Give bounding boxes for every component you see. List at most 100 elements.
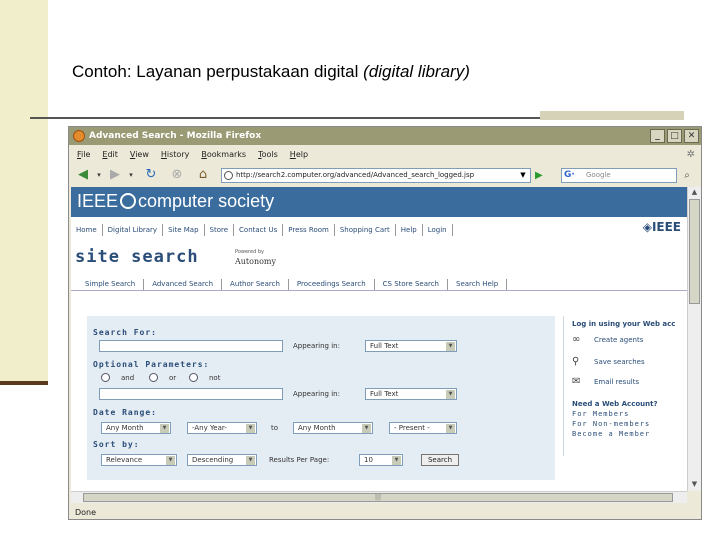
to-year-select[interactable]: - Present - xyxy=(389,422,457,434)
menu-help[interactable]: Help xyxy=(290,147,308,163)
become-member-link[interactable]: Become a Member xyxy=(572,430,650,438)
appearing-in-select[interactable]: Full Text xyxy=(365,340,457,352)
url-text: http://search2.computer.org/advanced/Adv… xyxy=(236,171,475,179)
ieee-globe-icon xyxy=(120,193,137,209)
site-search-title: site search xyxy=(75,247,199,267)
horizontal-scrollbar[interactable]: ||| xyxy=(71,491,687,503)
horizontal-scroll-thumb[interactable]: ||| xyxy=(83,493,673,502)
stop-icon[interactable]: ⊗ xyxy=(169,167,185,183)
sort-order-select[interactable]: Descending xyxy=(187,454,257,466)
powered-by-label: Powered by xyxy=(235,249,264,255)
appearing-in-select-2[interactable]: Full Text xyxy=(365,388,457,400)
slide-left-bar-lower xyxy=(0,385,48,540)
search-engine-icon[interactable]: G· xyxy=(564,169,575,182)
date-range-label: Date Range: xyxy=(93,408,157,417)
menu-view[interactable]: View xyxy=(130,147,149,163)
web-search-input[interactable]: G· Google xyxy=(561,168,677,183)
magnifier-icon: ⚲ xyxy=(572,356,580,367)
advanced-search-form: Search For: Appearing in: Full Text Opti… xyxy=(87,316,555,480)
back-dropdown-icon[interactable]: ▾ xyxy=(91,167,107,183)
forward-arrow-icon[interactable]: ▶ xyxy=(107,167,123,183)
slide-title: Contoh: Layanan perpustakaan digital (di… xyxy=(72,62,470,82)
email-icon: ✉ xyxy=(572,376,581,387)
window-title: Advanced Search - Mozilla Firefox xyxy=(89,131,262,141)
tab-simple-search[interactable]: Simple Search xyxy=(77,279,145,290)
firefox-icon xyxy=(73,130,85,142)
ieee-logo[interactable]: ◈IEEE xyxy=(643,220,681,234)
search-button[interactable]: Search xyxy=(421,454,459,466)
nav-shopping-cart[interactable]: Shopping Cart xyxy=(335,224,396,236)
nav-site-map[interactable]: Site Map xyxy=(163,224,205,236)
slide-title-underline xyxy=(30,117,540,119)
navigation-toolbar: ◀ ▾ ▶ ▾ ↻ ⊗ ⌂ http://search2.computer.or… xyxy=(69,164,701,186)
nav-store[interactable]: Store xyxy=(205,224,235,236)
tab-search-help[interactable]: Search Help xyxy=(448,279,508,290)
slide-title-italic: (digital library) xyxy=(363,62,470,81)
tab-author-search[interactable]: Author Search xyxy=(222,279,289,290)
results-per-page-label: Results Per Page: xyxy=(269,456,330,464)
search-placeholder: Google xyxy=(586,171,611,179)
sort-by-select[interactable]: Relevance xyxy=(101,454,177,466)
nav-help[interactable]: Help xyxy=(396,224,423,236)
close-button[interactable]: ✕ xyxy=(684,129,699,143)
slide-title-main: Contoh: Layanan perpustakaan digital xyxy=(72,62,364,81)
site-favicon xyxy=(224,171,233,180)
slide-accent-line xyxy=(0,381,48,385)
to-month-select[interactable]: Any Month xyxy=(293,422,373,434)
ieee-mark-text: IEEE xyxy=(651,220,681,234)
reload-icon[interactable]: ↻ xyxy=(143,167,159,183)
menu-history[interactable]: History xyxy=(161,147,189,163)
radio-or-label: or xyxy=(169,374,177,382)
radio-and[interactable] xyxy=(101,373,110,382)
window-titlebar: Advanced Search - Mozilla Firefox _ □ ✕ xyxy=(69,127,701,145)
from-year-select[interactable]: -Any Year- xyxy=(187,422,257,434)
nav-contact-us[interactable]: Contact Us xyxy=(234,224,284,236)
from-month-select[interactable]: Any Month xyxy=(101,422,171,434)
for-non-members-link[interactable]: For Non-members xyxy=(572,420,650,428)
optional-term-input[interactable] xyxy=(99,388,283,400)
menu-tools[interactable]: Tools xyxy=(258,147,278,163)
top-navigation: Home Digital Library Site Map Store Contact … xyxy=(71,224,687,238)
home-icon[interactable]: ⌂ xyxy=(195,167,211,183)
forward-dropdown-icon[interactable]: ▾ xyxy=(123,167,139,183)
optional-parameters-label: Optional Parameters: xyxy=(93,360,210,369)
account-panel-title: Log in using your Web acc xyxy=(572,320,676,328)
for-members-link[interactable]: For Members xyxy=(572,410,629,418)
menu-bookmarks[interactable]: Bookmarks xyxy=(201,147,246,163)
radio-and-label: and xyxy=(121,374,135,382)
create-agents-link[interactable]: Create agents xyxy=(594,336,643,344)
results-per-page-select[interactable]: 10 xyxy=(359,454,403,466)
radio-not[interactable] xyxy=(189,373,198,382)
url-bar[interactable]: http://search2.computer.org/advanced/Adv… xyxy=(221,168,531,183)
nav-login[interactable]: Login xyxy=(423,224,453,236)
to-label: to xyxy=(271,424,279,432)
nav-home[interactable]: Home xyxy=(71,224,103,236)
search-for-input[interactable] xyxy=(99,340,283,352)
nav-press-room[interactable]: Press Room xyxy=(283,224,335,236)
tab-cs-store-search[interactable]: CS Store Search xyxy=(375,279,448,290)
sort-by-label: Sort by: xyxy=(93,440,140,449)
site-logo[interactable]: IEEE computer society xyxy=(77,191,274,212)
save-searches-link[interactable]: Save searches xyxy=(594,358,645,366)
go-arrow-icon[interactable]: ▶ xyxy=(535,168,547,183)
appearing-in-label: Appearing in: xyxy=(293,342,340,350)
email-results-link[interactable]: Email results xyxy=(594,378,639,386)
nav-digital-library[interactable]: Digital Library xyxy=(103,224,164,236)
menu-file[interactable]: File xyxy=(77,147,90,163)
tab-advanced-search[interactable]: Advanced Search xyxy=(144,279,223,290)
minimize-button[interactable]: _ xyxy=(650,129,665,143)
menu-edit[interactable]: Edit xyxy=(102,147,118,163)
search-magnifier-icon[interactable]: ⌕ xyxy=(679,168,695,183)
scroll-down-icon[interactable]: ▼ xyxy=(689,479,700,490)
scroll-up-icon[interactable]: ▲ xyxy=(689,187,700,198)
site-header: IEEE computer society xyxy=(71,187,687,217)
vertical-scrollbar[interactable]: ▲ ▼ xyxy=(687,187,701,491)
radio-not-label: not xyxy=(209,374,221,382)
search-tabs-divider xyxy=(71,290,687,291)
url-dropdown-icon[interactable]: ▼ xyxy=(516,168,530,183)
back-arrow-icon[interactable]: ◀ xyxy=(75,167,91,183)
maximize-button[interactable]: □ xyxy=(667,129,682,143)
tab-proceedings-search[interactable]: Proceedings Search xyxy=(289,279,375,290)
radio-or[interactable] xyxy=(149,373,158,382)
vertical-scroll-thumb[interactable] xyxy=(689,199,700,304)
